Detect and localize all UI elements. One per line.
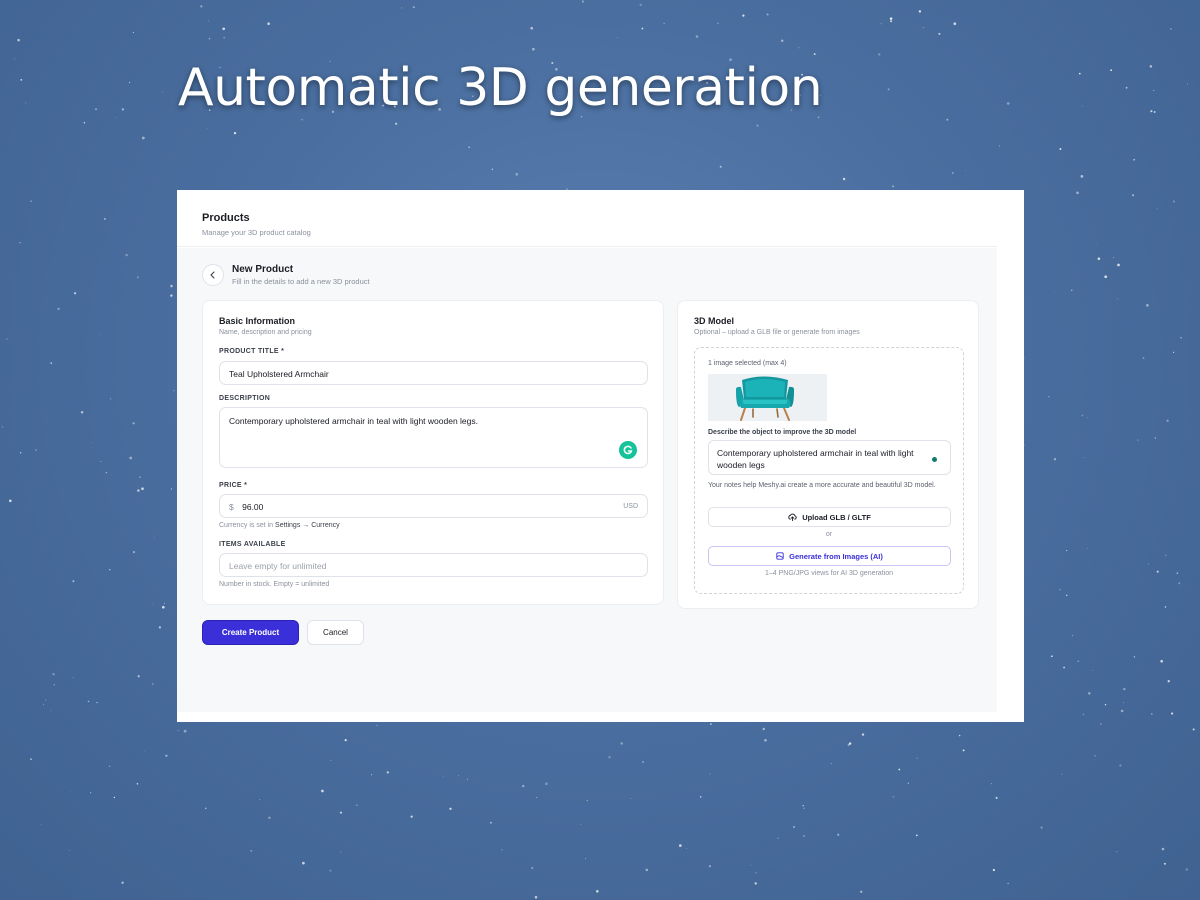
- describe-object-value: Contemporary upholstered armchair in tea…: [717, 448, 914, 470]
- description-label: DESCRIPTION: [219, 395, 271, 402]
- basic-information-card: Basic Information Name, description and …: [202, 300, 664, 605]
- 3d-model-title: 3D Model: [694, 316, 735, 326]
- price-currency-code: USD: [623, 503, 638, 510]
- 3d-model-subtitle: Optional – upload a GLB file or generate…: [694, 329, 860, 336]
- product-title-input[interactable]: Teal Upholstered Armchair: [219, 361, 648, 385]
- currency-hint: Currency is set in Settings → Currency: [219, 522, 340, 529]
- generate-from-images-button[interactable]: Generate from Images (AI): [708, 546, 951, 566]
- items-available-input[interactable]: Leave empty for unlimited: [219, 553, 648, 577]
- description-value: Contemporary upholstered armchair in tea…: [229, 416, 478, 426]
- grammarly-icon[interactable]: [619, 441, 637, 459]
- price-currency-symbol: $: [229, 502, 234, 512]
- chevron-left-icon: [210, 271, 215, 279]
- describe-object-label: Describe the object to improve the 3D mo…: [708, 429, 857, 436]
- images-selected-count: 1 image selected (max 4): [708, 360, 787, 367]
- price-label: PRICE *: [219, 482, 248, 489]
- upload-glb-button[interactable]: Upload GLB / GLTF: [708, 507, 951, 527]
- teal-armchair-image: [708, 374, 827, 421]
- upload-cloud-icon: [788, 513, 797, 521]
- new-product-subtitle: Fill in the details to add a new 3D prod…: [232, 277, 370, 286]
- main-content: New Product Fill in the details to add a…: [177, 248, 997, 712]
- hero-title: Automatic 3D generation: [178, 58, 823, 118]
- page-title: Products: [202, 212, 250, 224]
- price-value: 96.00: [242, 502, 264, 512]
- notes-help-text: Your notes help Meshy.ai create a more a…: [708, 482, 936, 489]
- product-image-thumbnail[interactable]: [708, 374, 827, 421]
- page-subtitle: Manage your 3D product catalog: [202, 228, 311, 237]
- basic-information-title: Basic Information: [219, 316, 296, 326]
- price-input[interactable]: $ 96.00 USD: [219, 494, 648, 518]
- create-product-button[interactable]: Create Product: [202, 620, 299, 645]
- items-available-hint: Number in stock. Empty = unlimited: [219, 581, 330, 588]
- ai-generation-hint: 1–4 PNG/JPG views for AI 3D generation: [764, 570, 893, 577]
- product-title-label: PRODUCT TITLE *: [219, 348, 285, 355]
- back-button[interactable]: [202, 264, 224, 286]
- model-dropzone[interactable]: 1 image selected (max 4) Describe the ob…: [694, 347, 964, 594]
- items-available-label: ITEMS AVAILABLE: [219, 541, 286, 548]
- image-icon: [776, 552, 784, 560]
- or-separator: or: [825, 531, 833, 538]
- page-header: Products Manage your 3D product catalog: [177, 190, 997, 247]
- upload-glb-label: Upload GLB / GLTF: [802, 512, 871, 522]
- app-window: Products Manage your 3D product catalog …: [177, 190, 1024, 722]
- new-product-title: New Product: [232, 264, 294, 275]
- items-available-placeholder: Leave empty for unlimited: [229, 561, 327, 571]
- basic-information-subtitle: Name, description and pricing: [219, 329, 312, 336]
- generate-from-images-label: Generate from Images (AI): [789, 551, 883, 561]
- cancel-button[interactable]: Cancel: [307, 620, 364, 645]
- product-title-value: Teal Upholstered Armchair: [229, 369, 329, 379]
- currency-settings-link[interactable]: Settings → Currency: [275, 522, 340, 529]
- grammarly-indicator-icon: [932, 457, 937, 462]
- 3d-model-card: 3D Model Optional – upload a GLB file or…: [677, 300, 979, 609]
- description-textarea[interactable]: Contemporary upholstered armchair in tea…: [219, 407, 648, 468]
- describe-object-input[interactable]: Contemporary upholstered armchair in tea…: [708, 440, 951, 475]
